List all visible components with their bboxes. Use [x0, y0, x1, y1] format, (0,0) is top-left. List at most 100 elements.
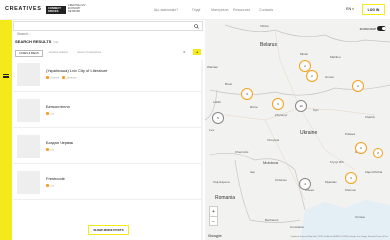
- results-title: SEARCH RESULTS: [15, 39, 52, 44]
- list-item[interactable]: (Українська) Lviv City of Literature Cre…: [13, 56, 203, 92]
- map-label-iasi: Iași: [250, 170, 255, 174]
- zoom-map-label: ZOOM MAP: [359, 27, 376, 31]
- map-attribution[interactable]: Keyboard shortcuts Map data ©2021 GeoBas…: [290, 236, 388, 238]
- map-label-cluj: Cluj-Napoca: [213, 180, 230, 184]
- item-tag: Lviv: [46, 184, 54, 188]
- item-thumbnail: [17, 171, 40, 194]
- map-label-romania: Romania: [215, 195, 236, 201]
- map[interactable]: ZOOM MAP Belarus Ukraine Moldova Romania…: [205, 20, 390, 240]
- map-background: [205, 24, 390, 240]
- map-cluster-marker[interactable]: 5: [212, 112, 224, 124]
- map-label-vilnius: Vilnius: [260, 24, 269, 28]
- item-meta: Lviv: [46, 148, 54, 152]
- results-heading: SEARCH RESULTS (14): [15, 39, 58, 44]
- item-tag: Literature: [62, 76, 77, 80]
- map-label-ukraine: Ukraine: [300, 130, 318, 136]
- partner-logo[interactable]: CONNECT SPACES CREATIVE LVIV ECONOMY NET…: [46, 4, 90, 15]
- nav-item-events[interactable]: Події: [192, 8, 200, 12]
- search-icon[interactable]: [194, 24, 199, 29]
- nav-item-changes[interactable]: Що змінюємо?: [154, 8, 178, 12]
- map-label-lublin: Lublin: [213, 100, 222, 104]
- google-logo: Google: [208, 233, 222, 238]
- list-item[interactable]: Белкостелло Lviv: [13, 92, 203, 128]
- map-label-kyiv: Kyiv: [313, 108, 319, 112]
- map-label-zaporizhzhia: Zaporizhzhia: [365, 170, 383, 174]
- map-cluster-marker[interactable]: 2: [352, 80, 364, 92]
- header: CREATIVES CONNECT SPACES CREATIVE LVIV E…: [0, 0, 390, 20]
- map-label-mykolaiv: Mykolaiv: [325, 180, 337, 184]
- item-title[interactable]: Белкостелло: [46, 104, 70, 109]
- map-label-moldova: Moldova: [263, 160, 279, 165]
- map-label-minsk: Minsk: [300, 52, 308, 56]
- map-label-crimea: Crimea: [355, 215, 365, 219]
- search-input[interactable]: [14, 30, 189, 38]
- map-label-constanta: Constanta: [290, 225, 304, 229]
- list-scrollbar[interactable]: [201, 60, 203, 240]
- map-cluster-marker[interactable]: 4: [299, 178, 311, 190]
- item-tag: Lviv: [46, 112, 54, 116]
- road-line: [299, 107, 356, 171]
- partner-text: CREATIVE LVIV ECONOMY NETWORK: [68, 4, 86, 13]
- nav-item-materials[interactable]: Матеріали: [211, 8, 228, 12]
- item-tag: Creative: [46, 76, 59, 80]
- item-title[interactable]: Freshcode: [46, 176, 65, 181]
- map-cluster-marker[interactable]: 3: [345, 172, 357, 184]
- item-meta: Creative Literature: [46, 76, 77, 80]
- map-label-belarus: Belarus: [260, 42, 277, 48]
- zoom-in-button[interactable]: +: [210, 207, 217, 217]
- zoom-controls: + −: [209, 206, 218, 226]
- results-list: (Українська) Lviv City of Literature Cre…: [13, 56, 203, 240]
- item-thumbnail: [17, 135, 40, 158]
- collapse-arrow-icon[interactable]: ◂: [193, 49, 201, 55]
- map-label-homel: Homel: [325, 75, 334, 79]
- item-meta: Lviv: [46, 184, 54, 188]
- results-count: (14): [53, 40, 59, 44]
- nav-item-resources[interactable]: Resources: [233, 8, 250, 12]
- map-cluster-marker[interactable]: 10: [295, 100, 307, 112]
- left-rail: [0, 20, 12, 240]
- menu-icon[interactable]: [2, 72, 10, 80]
- map-label-kherson: Kherson: [345, 188, 357, 192]
- black-sea: [300, 200, 390, 240]
- item-thumbnail: [17, 63, 40, 86]
- item-title[interactable]: (Українська) Lviv City of Literature: [46, 68, 107, 73]
- list-item[interactable]: Богдан Червяк Lviv: [13, 128, 203, 164]
- map-label-warsaw: Warsaw: [207, 65, 218, 69]
- map-label-lviv: Lviv: [209, 128, 215, 132]
- map-label-kryvyi-rih: Kryvyi Rih: [330, 160, 344, 164]
- map-cluster-marker[interactable]: 2: [306, 70, 318, 82]
- zoom-map-toggle[interactable]: [377, 26, 386, 31]
- search-box: [13, 21, 203, 38]
- site-logo[interactable]: CREATIVES: [5, 6, 41, 12]
- language-label: EN: [346, 7, 352, 11]
- show-more-button[interactable]: SHOW MORE POSTS: [88, 225, 129, 235]
- partner-badge: CONNECT SPACES: [46, 5, 66, 14]
- close-icon[interactable]: ✕: [183, 50, 186, 54]
- map-label-kharkiv: Kharkiv: [365, 115, 376, 119]
- map-label-chernivtsi: Chernivtsi: [235, 150, 249, 154]
- map-label-bucharest: Bucharest: [265, 218, 279, 222]
- item-tag: Lviv: [46, 148, 54, 152]
- map-cluster-marker[interactable]: 2: [373, 148, 383, 158]
- map-label-chisinau: Chisinau: [275, 178, 287, 182]
- map-label-rivne: Rivne: [250, 105, 258, 109]
- map-cluster-marker[interactable]: 3: [272, 98, 284, 110]
- item-meta: Lviv: [46, 112, 54, 116]
- road-line: [274, 29, 301, 109]
- nav-item-contacts[interactable]: Contacts: [259, 8, 273, 12]
- map-cluster-marker[interactable]: 3: [241, 88, 253, 100]
- map-label-brest: Brest: [225, 82, 233, 86]
- map-label-poltava: Poltava: [345, 132, 356, 136]
- border-line: [234, 159, 301, 223]
- zoom-out-button[interactable]: −: [210, 217, 217, 227]
- chevron-down-icon: ▾: [352, 7, 354, 11]
- list-item[interactable]: Freshcode Lviv: [13, 164, 203, 200]
- map-label-vinnytsia: Vinnytsia: [267, 138, 280, 142]
- item-thumbnail: [17, 99, 40, 122]
- login-button[interactable]: LOG IN: [362, 4, 385, 15]
- map-label-mahilou: Mahilou: [330, 55, 341, 59]
- map-label-zhytomyr: Zhytomyr: [275, 113, 288, 117]
- item-title[interactable]: Богдан Червяк: [46, 140, 73, 145]
- map-cluster-marker[interactable]: 2: [355, 142, 367, 154]
- language-switcher[interactable]: EN▾: [346, 7, 354, 11]
